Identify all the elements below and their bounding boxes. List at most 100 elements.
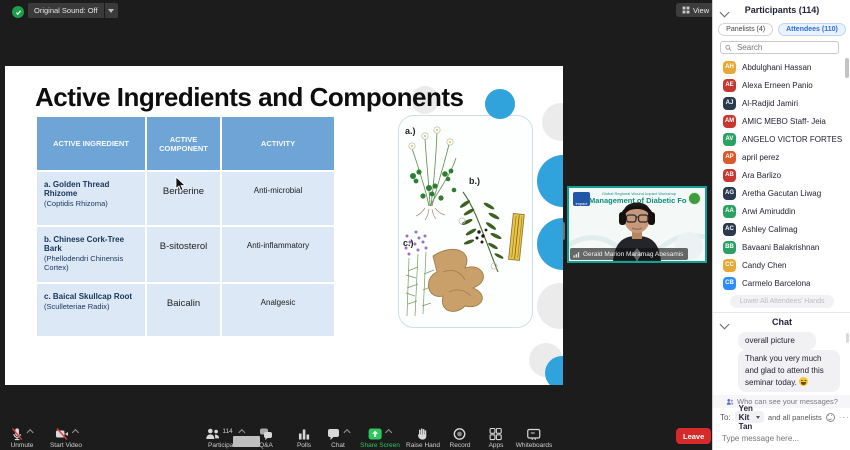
botanical-figure-panel: a.) b.) c.): [398, 115, 533, 328]
decor-circle: [537, 283, 563, 329]
participant-row[interactable]: AC Ashley Calimag: [713, 220, 844, 238]
participant-row[interactable]: AE Alexa Erneen Panio: [713, 76, 844, 94]
whiteboards-button[interactable]: Whiteboards: [516, 427, 553, 449]
original-sound-control[interactable]: Original Sound: Off: [28, 3, 118, 18]
unmute-button[interactable]: Unmute: [11, 427, 34, 449]
chevron-up-icon[interactable]: [239, 429, 246, 436]
view-button[interactable]: View: [676, 3, 715, 17]
participants-count: 114: [222, 428, 232, 435]
chat-icon: [327, 427, 341, 441]
decor-circle: [537, 155, 563, 207]
whiteboard-icon: [527, 427, 541, 441]
original-sound-dropdown[interactable]: [105, 3, 118, 18]
participant-row[interactable]: AB Ara Barlizo: [713, 166, 844, 184]
table-cell-component: B-sitosterol: [147, 227, 220, 282]
leave-button[interactable]: Leave: [676, 428, 711, 444]
figure-label-a: a.): [405, 126, 416, 136]
avatar: AJ: [723, 97, 736, 110]
polls-icon: [297, 427, 311, 441]
smile-emoji: [799, 377, 808, 386]
table-cell-activity: Anti-microbial: [222, 172, 334, 225]
chat-message-input[interactable]: [720, 433, 848, 444]
tab-panelists[interactable]: Panelists (4): [718, 23, 773, 36]
table-cell-ingredient: b. Chinese Cork-Tree Bark (Phellodendri …: [37, 227, 145, 282]
participant-row[interactable]: AA Arwi Amiruddin: [713, 202, 844, 220]
participant-name: AMIC MEBO Staff- Jeia: [742, 117, 826, 126]
more-options-icon[interactable]: ···: [839, 413, 850, 422]
audio-level-icon: [573, 251, 580, 258]
search-input[interactable]: [735, 42, 834, 53]
decor-circle: [537, 218, 563, 270]
chat-recipient-row: To: Yen Kit Tan and all panelists ···: [720, 410, 846, 424]
participant-row[interactable]: CC Candy Chen: [713, 256, 844, 274]
chevron-up-icon[interactable]: [385, 429, 392, 436]
original-sound-label[interactable]: Original Sound: Off: [28, 3, 104, 18]
chevron-up-icon[interactable]: [343, 429, 350, 436]
chat-privacy-note[interactable]: Who can see your messages?: [713, 395, 850, 408]
side-panel: Participants (114) Panelists (4) Attende…: [712, 0, 850, 450]
participant-row[interactable]: CB Carmelo Barcelona: [713, 274, 844, 292]
tab-attendees[interactable]: Attendees (110): [778, 23, 846, 36]
record-icon: [453, 427, 467, 441]
raise-hand-icon: [417, 427, 430, 441]
ingredients-table: ACTIVE INGREDIENT ACTIVE COMPONENT ACTIV…: [37, 117, 334, 336]
chevron-up-icon[interactable]: [27, 429, 34, 436]
participants-panel-title: Participants (114): [713, 5, 850, 15]
qa-icon: [259, 427, 273, 441]
table-cell-activity: Analgesic: [222, 284, 334, 336]
avatar: AB: [723, 169, 736, 182]
chevron-up-icon[interactable]: [71, 429, 78, 436]
share-screen-button[interactable]: Share Screen: [360, 427, 400, 449]
participant-name: april perez: [742, 153, 779, 162]
unidentified-overlay: [233, 436, 260, 447]
chat-input-row: [720, 428, 844, 446]
figure-label-b: b.): [469, 176, 480, 186]
security-shield-icon[interactable]: [12, 6, 24, 18]
participant-row[interactable]: BB Bavaani Balakrishnan: [713, 238, 844, 256]
table-header-cell: ACTIVITY: [222, 117, 334, 170]
chat-message: overall picture: [738, 332, 816, 350]
participant-name: Candy Chen: [742, 261, 786, 270]
plants-illustration: [399, 116, 531, 326]
chat-message: Thank you very much and glad to attend t…: [738, 350, 840, 392]
participant-row[interactable]: AJ Al-Radjid Jamiri: [713, 94, 844, 112]
avatar: AP: [723, 151, 736, 164]
speaker-video-tile[interactable]: impact Global Regional Wound Impact Work…: [567, 186, 707, 263]
participant-row[interactable]: AV ANGELO VICTOR FORTES: [713, 130, 844, 148]
record-button[interactable]: Record: [450, 427, 471, 449]
participant-name: Ashley Calimag: [742, 225, 798, 234]
chat-scrollbar-thumb[interactable]: [846, 333, 849, 343]
apps-button[interactable]: Apps: [489, 427, 504, 449]
participant-row[interactable]: AH Abdulghani Hassan: [713, 58, 844, 76]
video-off-icon: [54, 427, 68, 441]
participant-row[interactable]: AM AMIC MEBO Staff- Jeia: [713, 112, 844, 130]
table-header-cell: ACTIVE COMPONENT: [147, 117, 220, 170]
table-header-cell: ACTIVE INGREDIENT: [37, 117, 145, 170]
participant-row[interactable]: AP april perez: [713, 148, 844, 166]
recipient-dropdown[interactable]: Yen Kit Tan: [735, 411, 764, 423]
speaker-name: Gerald Marion Maramag Abesamis: [583, 251, 683, 258]
raise-hand-button[interactable]: Raise Hand: [406, 427, 440, 449]
mouse-cursor: [175, 176, 186, 192]
participants-scrollbar-thumb[interactable]: [845, 58, 849, 78]
figure-label-c: c.): [403, 238, 414, 248]
start-video-button[interactable]: Start Video: [50, 427, 82, 449]
participant-search[interactable]: [720, 41, 839, 54]
lower-all-hands-button[interactable]: Lower All Attendees' Hands: [730, 295, 833, 308]
avatar: AE: [723, 79, 736, 92]
participant-name: Alexa Erneen Panio: [742, 81, 813, 90]
emoji-picker-icon[interactable]: [826, 413, 835, 422]
decor-circle: [542, 103, 563, 141]
to-label: To:: [720, 413, 731, 422]
polls-button[interactable]: Polls: [297, 427, 311, 449]
table-cell-component: Baicalin: [147, 284, 220, 336]
apps-icon: [489, 427, 503, 441]
table-cell-activity: Anti-inflammatory: [222, 227, 334, 282]
avatar: AG: [723, 187, 736, 200]
chat-button[interactable]: Chat: [327, 427, 350, 449]
participant-row[interactable]: AG Aretha Gacutan Liwag: [713, 184, 844, 202]
participants-icon: [205, 427, 220, 441]
qa-button[interactable]: Q&A: [259, 427, 273, 449]
avatar: AH: [723, 61, 736, 74]
people-icon: [726, 398, 734, 406]
